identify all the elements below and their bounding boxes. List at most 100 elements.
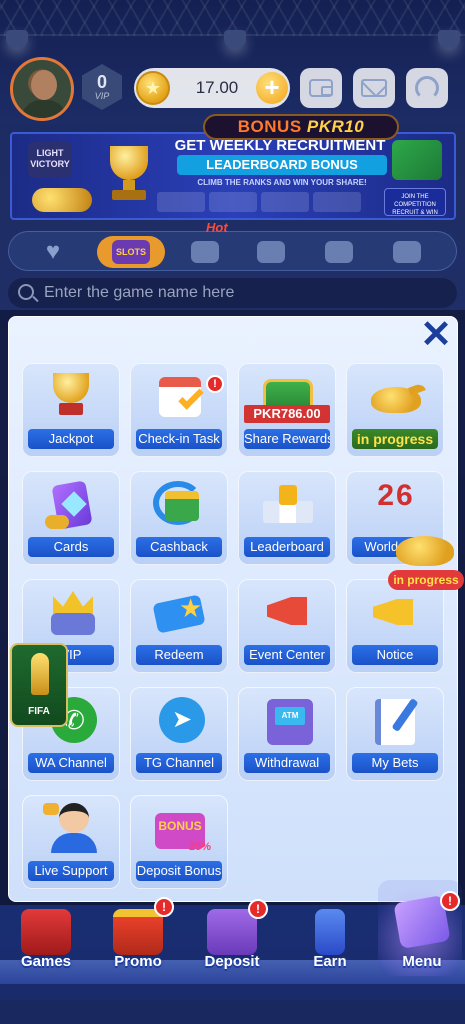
search-bar[interactable] — [8, 278, 457, 308]
heart-icon: ♥ — [45, 238, 61, 265]
tile-label: Redeem — [136, 645, 222, 665]
add-funds-button[interactable]: + — [256, 72, 288, 104]
nav-deposit[interactable]: Deposit ! — [192, 899, 272, 985]
support-button[interactable] — [406, 68, 448, 108]
nav-label: Earn — [313, 953, 347, 970]
tab-favorites[interactable]: ♥ — [23, 236, 83, 268]
tab-casino[interactable] — [309, 236, 369, 268]
bonus-prefix: BONUS — [237, 117, 302, 136]
rocket-icon — [257, 241, 285, 263]
menu-tile-withdrawal[interactable]: ATM Withdrawal — [238, 687, 336, 781]
tile-label: TG Channel — [136, 753, 222, 773]
cards-icon — [41, 477, 101, 531]
nav-label: Games — [20, 953, 72, 970]
slot-machine-icon — [21, 909, 71, 955]
menu-tile-leaderboard[interactable]: Leaderboard — [238, 471, 336, 565]
lamp-float-button[interactable]: in progress — [388, 528, 464, 594]
menu-tile-redeem[interactable]: ★ Redeem — [130, 579, 228, 673]
search-input[interactable] — [44, 282, 444, 304]
chip-icon — [325, 241, 353, 263]
wallet-icon — [309, 79, 333, 97]
magic-lamp-icon — [396, 536, 454, 566]
menu-tile-check-in-task[interactable]: Check-in Task ! — [130, 363, 228, 457]
tile-label: Live Support — [28, 861, 114, 881]
tile-label: Leaderboard — [244, 537, 330, 557]
menu-tile-magic-lamp[interactable]: in progress — [346, 363, 444, 457]
vip-text: VIP — [94, 91, 110, 101]
menu-tile-my-bets[interactable]: My Bets — [346, 687, 444, 781]
tab-fishing[interactable] — [175, 236, 235, 268]
tab-crash[interactable] — [241, 236, 301, 268]
world-cup-icon: 26 — [377, 479, 415, 512]
atm-icon: ATM — [257, 693, 317, 747]
menu-tile-event-center[interactable]: Event Center — [238, 579, 336, 673]
alert-badge: ! — [154, 897, 174, 917]
tile-label: in progress — [352, 429, 438, 449]
cards-icon — [393, 241, 421, 263]
crown-icon — [41, 585, 101, 639]
coin-icon: ★ — [136, 71, 170, 105]
tile-label: Event Center — [244, 645, 330, 665]
avatar[interactable] — [10, 57, 74, 121]
menu-tile-deposit-bonus[interactable]: BONUS 25% Deposit Bonus — [130, 795, 228, 889]
trophy-icon — [104, 146, 154, 202]
tab-slots[interactable]: SLOTS — [97, 236, 165, 268]
nav-earn[interactable]: Earn — [290, 905, 370, 985]
tile-label: Check-in Task — [136, 429, 222, 449]
alert-badge: ! — [206, 375, 224, 393]
menu-tile-share-rewards[interactable]: PKR786.00 Share Rewards — [238, 363, 336, 457]
nav-promo[interactable]: Promo ! — [98, 897, 178, 985]
support-agent-icon — [41, 801, 101, 855]
podium-icon — [257, 477, 317, 531]
banner-highlight: LEADERBOARD BONUS — [177, 155, 387, 175]
wallet-icon — [207, 909, 257, 955]
nav-menu[interactable]: Menu ! — [382, 891, 462, 985]
menu-tile-cards[interactable]: Cards — [22, 471, 120, 565]
tab-cards[interactable] — [377, 236, 437, 268]
alert-badge: ! — [440, 891, 460, 911]
balance-display: ★ 17.00 + — [134, 68, 290, 108]
tile-label: Jackpot — [28, 429, 114, 449]
balance-value: 17.00 — [195, 78, 239, 97]
nav-label: Menu — [402, 953, 442, 970]
tile-label: Cards — [28, 537, 114, 557]
alert-badge: ! — [248, 899, 268, 919]
mail-button[interactable] — [353, 68, 395, 108]
menu-tile-live-support[interactable]: Live Support — [22, 795, 120, 889]
trophy-icon — [41, 369, 101, 423]
calendar-icon — [149, 369, 209, 423]
coins-icon — [32, 188, 92, 212]
cashback-icon — [149, 477, 209, 531]
menu-tile-tg-channel[interactable]: ➤ TG Channel — [130, 687, 228, 781]
phone-coins-icon — [315, 909, 345, 955]
bottom-strip — [0, 1000, 465, 1024]
bonus-pill[interactable]: BONUS PKR10 — [203, 114, 399, 140]
spotlight-icon — [224, 30, 246, 48]
cash-icon — [392, 140, 442, 180]
gift-icon — [113, 909, 163, 955]
nav-games[interactable]: Games — [6, 905, 86, 985]
spotlight-icon — [6, 30, 28, 48]
spotlight-icon — [438, 30, 460, 48]
fish-icon — [191, 241, 219, 263]
bonus-percent: 25% — [188, 841, 211, 853]
mail-icon — [361, 79, 387, 97]
tile-label: Share Rewards — [244, 429, 330, 449]
tile-label: Deposit Bonus — [136, 861, 222, 881]
wallet-button[interactable] — [300, 68, 342, 108]
headset-icon — [415, 76, 439, 100]
megaphone-icon — [257, 585, 317, 639]
close-button[interactable]: ✕ — [418, 316, 454, 354]
magic-lamp-icon — [365, 369, 426, 423]
share-reward-amount: PKR786.00 — [244, 405, 330, 423]
nav-label: Deposit — [204, 953, 260, 970]
bonus-box-text: BONUS — [158, 819, 202, 833]
nav-label: Promo — [114, 953, 162, 970]
fifa-float-button[interactable]: FIFA — [10, 643, 68, 727]
menu-tile-jackpot[interactable]: Jackpot — [22, 363, 120, 457]
promo-banner[interactable]: LIGHT VICTORY GET WEEKLY RECRUITMENT LEA… — [10, 132, 456, 220]
tile-label: Withdrawal — [244, 753, 330, 773]
hot-label: Hot — [206, 220, 228, 235]
menu-tile-cashback[interactable]: Cashback — [130, 471, 228, 565]
tile-label: Notice — [352, 645, 438, 665]
